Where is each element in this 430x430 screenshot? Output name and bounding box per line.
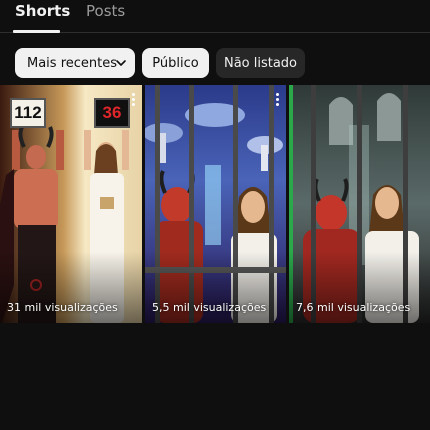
- view-count: 31 mil visualizações: [7, 301, 118, 314]
- tab-shorts[interactable]: Shorts: [15, 2, 70, 20]
- sort-dropdown[interactable]: Mais recentes: [15, 48, 135, 78]
- view-count: 7,6 mil visualizações: [296, 301, 411, 314]
- sort-label: Mais recentes: [27, 55, 118, 71]
- chevron-down-icon: [116, 60, 126, 66]
- active-tab-indicator: [13, 30, 60, 33]
- short-card[interactable]: 112 36 31 mil visualizações: [0, 85, 142, 323]
- filter-chip-unlisted[interactable]: Não listado: [216, 48, 305, 78]
- filter-chips: Mais recentes Público Não listado: [0, 48, 430, 78]
- shorts-grid: 112 36 31 mil visualizações 5,5 mil visu…: [0, 85, 430, 323]
- channel-content-page: Shorts Posts Mais recentes Público Não l…: [0, 0, 430, 430]
- more-vert-icon[interactable]: [274, 93, 280, 109]
- short-thumbnail: [289, 85, 430, 323]
- more-vert-icon[interactable]: [130, 93, 136, 109]
- short-thumbnail: [145, 85, 286, 323]
- short-card[interactable]: 7,6 mil visualizações: [289, 85, 430, 323]
- view-count: 5,5 mil visualizações: [152, 301, 267, 314]
- number-sign-left: 112: [10, 98, 46, 128]
- number-sign-right: 36: [94, 98, 130, 128]
- short-card[interactable]: 5,5 mil visualizações: [145, 85, 286, 323]
- tab-posts[interactable]: Posts: [86, 2, 125, 20]
- filter-chip-public[interactable]: Público: [142, 48, 209, 78]
- content-tabs: Shorts Posts: [0, 0, 430, 33]
